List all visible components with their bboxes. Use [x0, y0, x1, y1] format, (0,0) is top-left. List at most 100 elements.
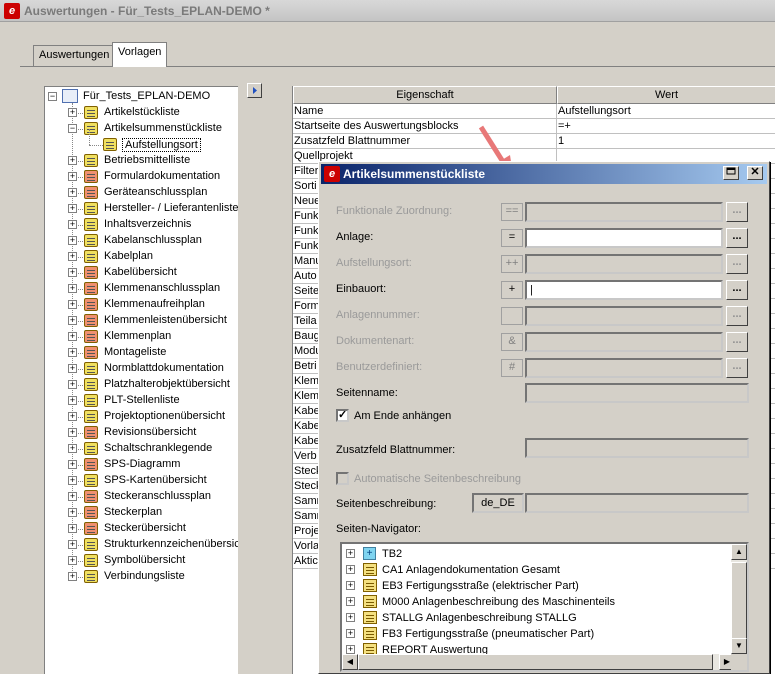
scroll-thumb[interactable]: [731, 562, 747, 642]
tree-item[interactable]: + Montageliste: [45, 345, 238, 361]
tree-item[interactable]: + Kabelanschlussplan: [45, 233, 238, 249]
tree-item[interactable]: + PLT-Stellenliste: [45, 393, 238, 409]
expand-toggle[interactable]: +: [68, 380, 77, 389]
navigator-vertical-scrollbar[interactable]: ▲ ▼: [731, 544, 747, 654]
tree-item[interactable]: + Klemmenleistenübersicht: [45, 313, 238, 329]
expand-toggle[interactable]: +: [346, 549, 355, 558]
expand-toggle[interactable]: +: [68, 300, 77, 309]
column-header-property[interactable]: Eigenschaft: [293, 86, 557, 104]
navigator-item[interactable]: + FB3 Fertigungsstraße (pneumatischer Par…: [342, 626, 732, 642]
column-header-value[interactable]: Wert: [557, 86, 775, 104]
tree-item[interactable]: + Normblattdokumentation: [45, 361, 238, 377]
tree-item[interactable]: + Kabelübersicht: [45, 265, 238, 281]
expand-toggle[interactable]: +: [68, 108, 77, 117]
tree-item[interactable]: + Formulardokumentation: [45, 169, 238, 185]
expand-toggle[interactable]: +: [68, 396, 77, 405]
expand-toggle[interactable]: +: [68, 204, 77, 213]
tree-item[interactable]: + Steckerplan: [45, 505, 238, 521]
dialog-pin-button[interactable]: [723, 166, 739, 180]
tree-item[interactable]: + Revisionsübersicht: [45, 425, 238, 441]
expand-toggle[interactable]: +: [68, 556, 77, 565]
tree-item[interactable]: + Kabelplan: [45, 249, 238, 265]
tree-item[interactable]: + Betriebsmittelliste: [45, 153, 238, 169]
expand-toggle[interactable]: +: [68, 524, 77, 533]
navigator-item[interactable]: + + TB2: [342, 546, 732, 562]
tree-item[interactable]: + Steckerübersicht: [45, 521, 238, 537]
tree-item[interactable]: + Klemmenanschlussplan: [45, 281, 238, 297]
dialog-close-button[interactable]: ✕: [747, 166, 763, 180]
navigator-item[interactable]: + EB3 Fertigungsstraße (elektrischer Part…: [342, 578, 732, 594]
tree-item[interactable]: + Projektoptionenübersicht: [45, 409, 238, 425]
expand-toggle[interactable]: +: [68, 444, 77, 453]
tree-item[interactable]: + Verbindungsliste: [45, 569, 238, 585]
panel-toggle-button[interactable]: [247, 83, 262, 98]
navigator-item[interactable]: + STALLG Anlagenbeschreibung STALLG: [342, 610, 732, 626]
expand-toggle[interactable]: +: [68, 284, 77, 293]
expand-toggle[interactable]: +: [68, 188, 77, 197]
property-row[interactable]: Zusatzfeld Blattnummer 1: [293, 134, 775, 149]
template-tree[interactable]: − Für_Tests_EPLAN-DEMO + Artikelstückliste −…: [44, 86, 238, 674]
tree-item[interactable]: Aufstellungsort: [45, 129, 238, 153]
structure-field[interactable]: [525, 228, 723, 248]
expand-toggle[interactable]: +: [68, 428, 77, 437]
expand-toggle[interactable]: +: [68, 508, 77, 517]
expand-toggle[interactable]: +: [346, 565, 355, 574]
navigator-horizontal-scrollbar[interactable]: ◀ ▶: [342, 654, 735, 670]
seiten-navigator-tree[interactable]: + + TB2 + CA1 Anlagendokumentation Gesamt + EB…: [340, 542, 749, 672]
expand-toggle[interactable]: −: [68, 124, 77, 133]
browse-button[interactable]: ...: [726, 228, 748, 248]
expand-toggle[interactable]: +: [346, 597, 355, 606]
tree-item[interactable]: − Artikelsummenstückliste: [45, 121, 238, 137]
expand-toggle[interactable]: +: [68, 156, 77, 165]
expand-toggle[interactable]: +: [68, 412, 77, 421]
collapse-toggle[interactable]: −: [48, 92, 57, 101]
expand-toggle[interactable]: +: [346, 629, 355, 638]
tree-item[interactable]: + Strukturkennzeichenübersicht: [45, 537, 238, 553]
navigator-item[interactable]: + CA1 Anlagendokumentation Gesamt: [342, 562, 732, 578]
expand-toggle[interactable]: +: [68, 572, 77, 581]
expand-toggle[interactable]: +: [68, 220, 77, 229]
tree-root-label[interactable]: Für_Tests_EPLAN-DEMO: [83, 90, 210, 106]
expand-toggle[interactable]: +: [68, 460, 77, 469]
expand-toggle[interactable]: +: [346, 613, 355, 622]
scroll-up-button[interactable]: ▲: [731, 544, 747, 560]
language-field[interactable]: de_DE: [472, 493, 524, 513]
hscroll-thumb[interactable]: [358, 654, 713, 670]
tree-item[interactable]: + Klemmenaufreihplan: [45, 297, 238, 313]
tree-item[interactable]: + Geräteanschlussplan: [45, 185, 238, 201]
tree-item[interactable]: + Klemmenplan: [45, 329, 238, 345]
expand-toggle[interactable]: +: [68, 348, 77, 357]
property-row[interactable]: Name Aufstellungsort: [293, 104, 775, 119]
tree-item[interactable]: + Inhaltsverzeichnis: [45, 217, 238, 233]
expand-toggle[interactable]: +: [68, 332, 77, 341]
tab-auswertungen[interactable]: Auswertungen: [33, 45, 116, 67]
expand-toggle[interactable]: +: [68, 492, 77, 501]
property-value[interactable]: 1: [558, 135, 564, 147]
tab-vorlagen[interactable]: Vorlagen: [112, 42, 168, 67]
expand-toggle[interactable]: +: [68, 316, 77, 325]
tree-item[interactable]: + Symbolübersicht: [45, 553, 238, 569]
expand-toggle[interactable]: +: [346, 581, 355, 590]
expand-toggle[interactable]: +: [68, 172, 77, 181]
property-value[interactable]: =+: [558, 120, 571, 132]
tree-item[interactable]: + SPS-Kartenübersicht: [45, 473, 238, 489]
tree-item[interactable]: + Artikelstückliste: [45, 105, 238, 121]
tree-item[interactable]: + Platzhalterobjektübersicht: [45, 377, 238, 393]
browse-button[interactable]: ...: [726, 280, 748, 300]
expand-toggle[interactable]: +: [68, 364, 77, 373]
tree-item[interactable]: + SPS-Diagramm: [45, 457, 238, 473]
expand-toggle[interactable]: +: [68, 268, 77, 277]
expand-toggle[interactable]: +: [346, 645, 355, 654]
property-row[interactable]: Startseite des Auswertungsblocks =+: [293, 119, 775, 134]
tree-item[interactable]: + Schaltschranklegende: [45, 441, 238, 457]
structure-field[interactable]: |: [525, 280, 723, 300]
scroll-left-button[interactable]: ◀: [342, 654, 358, 670]
expand-toggle[interactable]: +: [68, 236, 77, 245]
navigator-item[interactable]: + M000 Anlagenbeschreibung des Maschinent…: [342, 594, 732, 610]
property-value[interactable]: Aufstellungsort: [558, 105, 631, 117]
expand-toggle[interactable]: +: [68, 476, 77, 485]
expand-toggle[interactable]: +: [68, 540, 77, 549]
scroll-down-button[interactable]: ▼: [731, 638, 747, 654]
am-ende-checkbox[interactable]: ✓: [336, 409, 349, 422]
tree-item[interactable]: + Steckeranschlussplan: [45, 489, 238, 505]
